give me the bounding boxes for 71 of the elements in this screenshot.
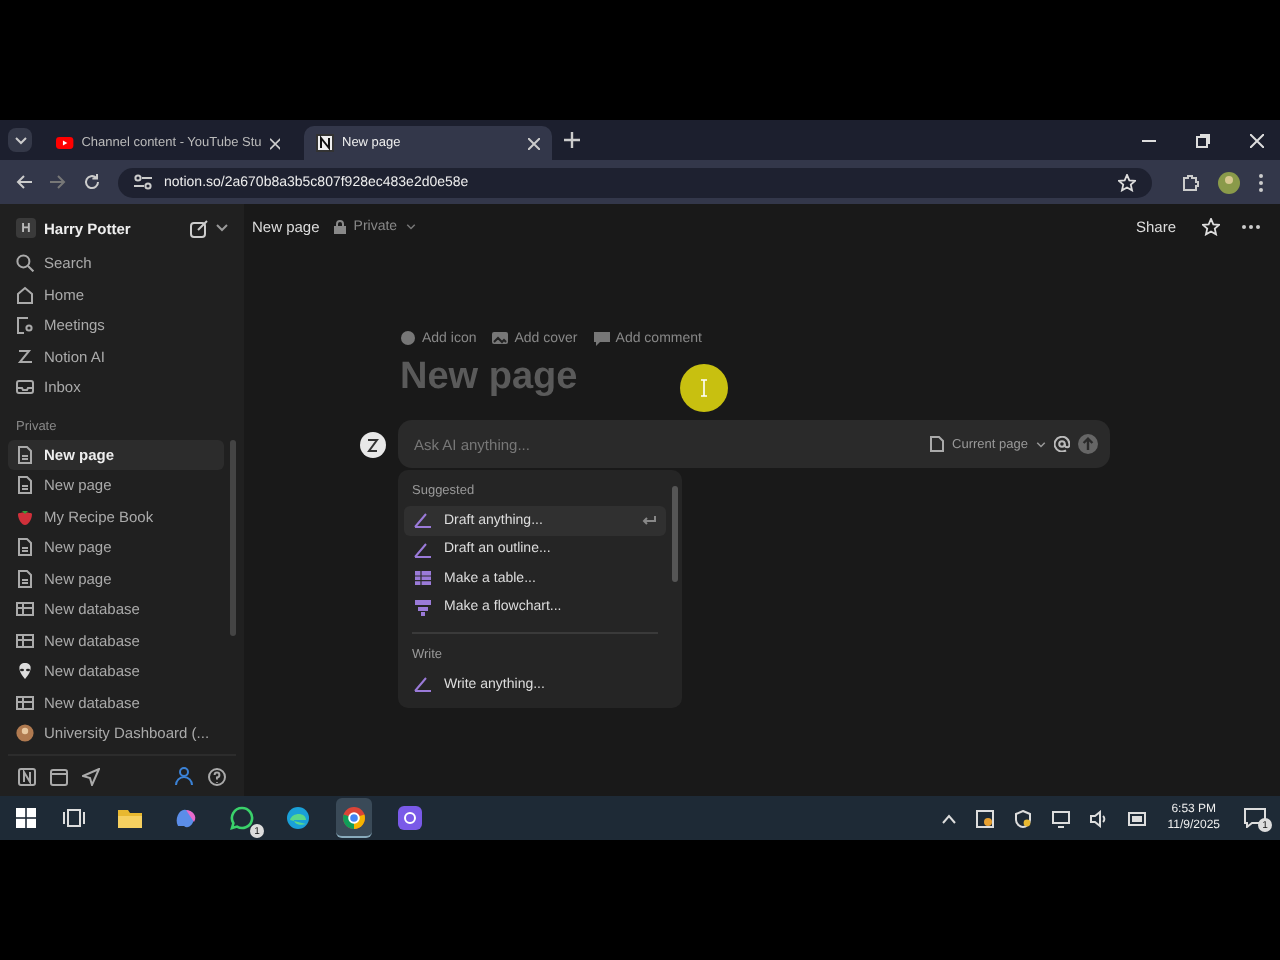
site-settings-icon[interactable]: [134, 174, 152, 190]
smiley-icon: [400, 330, 416, 346]
close-icon[interactable]: [1250, 133, 1264, 147]
lock-icon: [333, 220, 346, 234]
shield-icon[interactable]: [1013, 809, 1032, 827]
back-arrow-icon[interactable]: [16, 174, 32, 190]
document-icon: [16, 445, 34, 464]
speaker-icon[interactable]: [1089, 809, 1108, 827]
pen-angle-icon: [414, 676, 432, 693]
image-icon: [492, 330, 509, 346]
document-person-icon: [16, 316, 34, 335]
strawberry-icon: [16, 507, 34, 526]
document-icon: [16, 476, 34, 495]
table-icon: [414, 570, 432, 587]
profile-avatar-icon[interactable]: [1218, 171, 1240, 193]
n-logo-icon[interactable]: [18, 767, 36, 785]
table-icon: [16, 693, 34, 712]
close-icon[interactable]: [269, 137, 280, 149]
search-icon: [16, 254, 34, 273]
more-icon[interactable]: [1242, 224, 1260, 230]
swirl-icon: [174, 806, 198, 830]
chat-bubble-icon: [230, 806, 254, 830]
inbox-icon: [16, 378, 34, 397]
folder-icon: [118, 806, 142, 830]
pen-angle-icon: [414, 541, 432, 558]
pen-angle-icon: [414, 512, 432, 529]
circle-browser-button[interactable]: [336, 798, 372, 838]
restore-icon[interactable]: [1196, 133, 1210, 147]
close-icon[interactable]: [528, 137, 540, 149]
windows-start-icon[interactable]: [16, 808, 36, 828]
compose-icon[interactable]: [190, 219, 208, 237]
tray-app-icon[interactable]: [975, 809, 994, 827]
reload-icon[interactable]: [84, 174, 100, 190]
new-tab-icon[interactable]: [564, 132, 580, 148]
mention-icon[interactable]: [1054, 436, 1070, 452]
home-icon: [16, 285, 34, 304]
comment-icon: [593, 330, 610, 346]
extensions-icon[interactable]: [1182, 173, 1200, 191]
tab-search-button[interactable]: [8, 128, 32, 152]
document-icon: [930, 436, 945, 452]
video-play-icon: [56, 136, 74, 150]
table-icon: [16, 631, 34, 650]
star-icon[interactable]: [1118, 173, 1136, 191]
table-icon: [16, 600, 34, 619]
send-icon[interactable]: [82, 767, 100, 785]
star-icon[interactable]: [1202, 218, 1220, 236]
chevron-down-icon[interactable]: [1036, 441, 1046, 447]
person-avatar-icon: [16, 724, 34, 743]
n-logo-icon: [316, 134, 334, 152]
chevron-down-icon[interactable]: [216, 224, 228, 232]
ring-icon: [398, 806, 422, 830]
wave-icon: [286, 806, 310, 830]
people-icon[interactable]: [174, 766, 194, 786]
cursor-highlight-drawing: [680, 364, 728, 412]
enter-key-icon: [642, 515, 656, 526]
chevron-up-icon[interactable]: [941, 813, 956, 823]
forward-arrow-icon[interactable]: [50, 174, 66, 190]
chevron-down-icon[interactable]: [405, 224, 416, 230]
task-view-icon: [62, 806, 86, 830]
send-arrow-icon[interactable]: [1078, 434, 1098, 454]
more-icon[interactable]: [1258, 173, 1264, 191]
chevron-down-icon: [13, 135, 27, 145]
network-icon[interactable]: [1051, 809, 1070, 827]
circle-browser-icon: [342, 805, 366, 829]
calendar-icon[interactable]: [50, 767, 68, 785]
alien-face-icon: [16, 662, 34, 681]
document-icon: [16, 569, 34, 588]
help-icon[interactable]: [208, 767, 226, 785]
battery-icon[interactable]: [1127, 811, 1148, 825]
flowchart-icon: [414, 599, 432, 616]
document-icon: [16, 538, 34, 557]
